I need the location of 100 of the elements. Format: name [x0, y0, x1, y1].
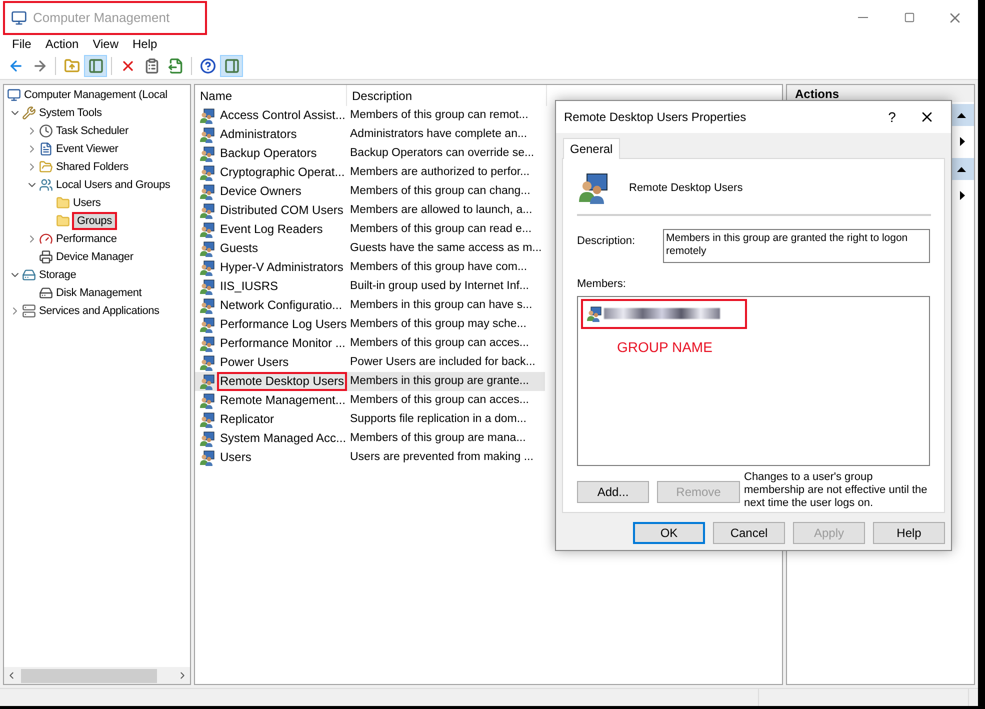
table-row[interactable]: Users Users are prevented from making ... [195, 448, 545, 467]
group-icon [199, 202, 215, 218]
group-icon [199, 430, 215, 446]
table-cell-text: Cryptographic Operat... [219, 164, 346, 181]
table-row[interactable]: Power Users Power Users are included for back... [195, 353, 545, 372]
table-cell-text: Built-in group used by Internet Inf... [350, 278, 529, 294]
table-row[interactable]: System Managed Acc... Members of this group are mana... [195, 429, 545, 448]
server-icon [22, 304, 36, 318]
window-title: Computer Management [33, 8, 170, 27]
column-header[interactable]: Description [347, 85, 547, 106]
clock-icon [39, 124, 53, 138]
group-icon [199, 146, 215, 162]
submenu-triangle-icon[interactable] [960, 190, 965, 200]
members-list[interactable]: GROUP NAME [577, 296, 930, 466]
tree-item[interactable]: Groups [72, 212, 117, 230]
table-cell-text: Users are prevented from making ... [350, 450, 534, 465]
table-cell-text: Members of this group can remot... [350, 108, 528, 123]
tree-item[interactable]: Task Scheduler [55, 124, 130, 138]
dialog-title: Remote Desktop Users Properties [564, 109, 746, 126]
tree-item[interactable]: Shared Folders [55, 160, 130, 174]
folder-icon [56, 196, 70, 210]
table-cell-text: Performance Monitor ... [219, 335, 346, 352]
table-row[interactable]: Distributed COM Users Members are allowed to launch, a... [195, 201, 545, 220]
table-cell-text: Performance Log Users [219, 316, 348, 333]
table-row[interactable]: Performance Monitor ... Members of this group can acces... [195, 334, 545, 353]
group-icon [199, 374, 215, 390]
tree-item[interactable]: Storage [38, 268, 78, 282]
menu-item[interactable]: Help [126, 35, 164, 53]
dialog-button[interactable]: Add... [577, 480, 649, 502]
horizontal-scrollbar[interactable] [4, 667, 190, 684]
properties-icon [144, 58, 160, 74]
table-cell-text: System Managed Acc... [219, 430, 348, 447]
toolbar-button[interactable] [220, 55, 243, 77]
collapse-triangle-icon[interactable] [956, 166, 966, 172]
table-cell-text: Administrators [219, 126, 298, 143]
group-icon [199, 240, 215, 256]
toolbar-button[interactable] [84, 55, 107, 77]
tab[interactable]: General [563, 138, 620, 159]
tree-item[interactable]: Disk Management [55, 286, 143, 300]
table-row[interactable]: IIS_IUSRS Built-in group used by Internet Inf... [195, 277, 545, 296]
table-row[interactable]: Remote Desktop Users Members in this group are grante... [195, 372, 545, 391]
table-cell-text: Backup Operators can override se... [350, 146, 534, 161]
tree-item[interactable]: Local Users and Groups [55, 178, 172, 192]
table-row[interactable]: Network Configuratio... Members in this group can have s... [195, 296, 545, 315]
group-icon [199, 108, 215, 124]
storage-icon [22, 268, 36, 282]
table-row[interactable]: Performance Log Users Members of this group may sche... [195, 315, 545, 334]
table-cell-text: Members of this group have com... [350, 260, 528, 275]
table-cell-text: Members of this group can acces... [350, 392, 529, 408]
group-icon [199, 392, 215, 408]
tree-item[interactable]: Computer Management (Local [23, 88, 168, 102]
table-cell-text: Users [219, 449, 252, 466]
tree-item[interactable]: Event Viewer [55, 142, 120, 156]
shared-folder-icon [39, 160, 53, 174]
table-cell-text: Remote Management... [219, 392, 346, 409]
dialog-button[interactable]: Help [873, 522, 945, 544]
table-cell-text: Power Users [219, 354, 290, 371]
dialog-button[interactable]: Cancel [713, 522, 785, 544]
tree-item[interactable]: Users [72, 196, 102, 210]
table-cell-text: Device Owners [219, 183, 302, 200]
group-icon [199, 278, 215, 294]
maximize-icon [904, 12, 914, 23]
group-icon [199, 450, 215, 466]
gauge-icon [39, 232, 53, 246]
group-icon [199, 298, 215, 314]
panel-icon [88, 58, 104, 74]
description-field[interactable]: Members in this group are granted the right to logon remotely [663, 229, 930, 263]
tree-item[interactable]: System Tools [38, 106, 103, 120]
table-row[interactable]: Remote Management... Members of this group can acces... [195, 391, 545, 410]
computer-icon [11, 10, 27, 26]
collapse-triangle-icon[interactable] [956, 112, 966, 118]
table-row[interactable]: Guests Guests have the same access as m... [195, 239, 545, 258]
tree-item[interactable]: Performance [55, 232, 118, 246]
column-header[interactable]: Name [195, 85, 347, 106]
table-row[interactable]: Device Owners Members of this group can chang... [195, 182, 545, 201]
log-icon [39, 142, 53, 156]
table-cell-text: Power Users are included for back... [350, 354, 536, 370]
menu-item[interactable]: File [5, 35, 38, 53]
table-cell-text: IIS_IUSRS [219, 278, 280, 295]
group-icon [199, 316, 215, 332]
table-row[interactable]: Cryptographic Operat... Members are authorized to perfor... [195, 163, 545, 182]
dialog-button[interactable]: OK [633, 522, 705, 544]
table-cell-text: Supports file replication in a dom... [350, 412, 526, 427]
table-cell: Remote Desktop Users [217, 372, 348, 391]
panel-icon [224, 58, 240, 74]
table-row[interactable]: Replicator Supports file replication in a dom... [195, 410, 545, 429]
table-row[interactable]: Access Control Assist... Members of this group can remot... [195, 106, 545, 125]
menu-item[interactable]: View [86, 35, 126, 53]
table-row[interactable]: Administrators Administrators have complete an... [195, 125, 545, 144]
tree-item[interactable]: Device Manager [55, 250, 134, 264]
group-icon [586, 306, 602, 322]
submenu-triangle-icon[interactable] [960, 136, 965, 146]
export-icon [168, 58, 184, 74]
table-row[interactable]: Backup Operators Backup Operators can override se... [195, 144, 545, 163]
tree-item[interactable]: Services and Applications [38, 304, 160, 318]
table-row[interactable]: Hyper-V Administrators Members of this group have com... [195, 258, 545, 277]
table-row[interactable]: Event Log Readers Members of this group can read e... [195, 220, 545, 239]
menu-item[interactable]: Action [38, 35, 86, 53]
help-button[interactable]: ? [877, 103, 907, 131]
group-icon [199, 126, 215, 142]
